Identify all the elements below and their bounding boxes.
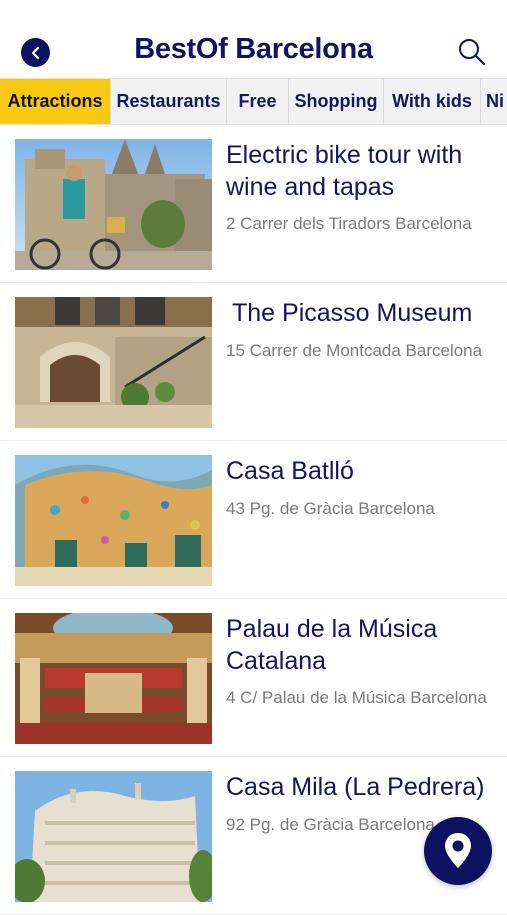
page-title: BestOf Barcelona	[134, 33, 373, 65]
tab-shopping[interactable]: Shopping	[289, 79, 384, 124]
list-item[interactable]: Electric bike tour with wine and tapas 2…	[0, 125, 507, 283]
bike-tour-photo	[15, 139, 212, 270]
list-item[interactable]: Casa Batlló 43 Pg. de Gràcia Barcelona	[0, 441, 507, 599]
tab-nightlife-partial[interactable]: Ni	[481, 79, 507, 124]
attraction-name: Palau de la Música Catalana	[226, 615, 438, 675]
attraction-name: Electric bike tour with wine and tapas	[226, 141, 463, 201]
picasso-museum-photo	[15, 297, 212, 428]
category-tabs: Attractions Restaurants Free Shopping Wi…	[0, 78, 507, 125]
tab-restaurants[interactable]: Restaurants	[111, 79, 227, 124]
attraction-address: 92 Pg. de Gràcia Barcelona	[226, 815, 435, 834]
casa-mila-photo	[15, 771, 212, 902]
list-item[interactable]: Palau de la Música Catalana 4 C/ Palau d…	[0, 599, 507, 757]
map-button[interactable]	[424, 817, 492, 885]
attraction-name: The Picasso Museum	[232, 299, 473, 327]
attraction-address: 4 C/ Palau de la Música Barcelona	[226, 688, 487, 707]
attraction-name: Casa Batlló	[226, 457, 354, 485]
search-button[interactable]	[456, 36, 488, 68]
tab-with-kids[interactable]: With kids	[384, 79, 481, 124]
attractions-list: Electric bike tour with wine and tapas 2…	[0, 125, 507, 915]
attraction-address: 43 Pg. de Gràcia Barcelona	[226, 499, 435, 518]
tab-free[interactable]: Free	[227, 79, 289, 124]
app-header: BestOf Barcelona	[0, 0, 507, 78]
list-item[interactable]: The Picasso Museum 15 Carrer de Montcada…	[0, 283, 507, 441]
casa-batllo-photo	[15, 455, 212, 586]
map-pin-icon	[445, 833, 471, 868]
attraction-address: 15 Carrer de Montcada Barcelona	[226, 341, 483, 360]
tab-attractions[interactable]: Attractions	[0, 79, 111, 124]
attraction-name: Casa Mila (La Pedrera)	[226, 773, 485, 801]
attraction-address: 2 Carrer dels Tiradors Barcelona	[226, 214, 472, 233]
search-icon	[459, 39, 486, 66]
palau-musica-photo	[15, 613, 212, 744]
